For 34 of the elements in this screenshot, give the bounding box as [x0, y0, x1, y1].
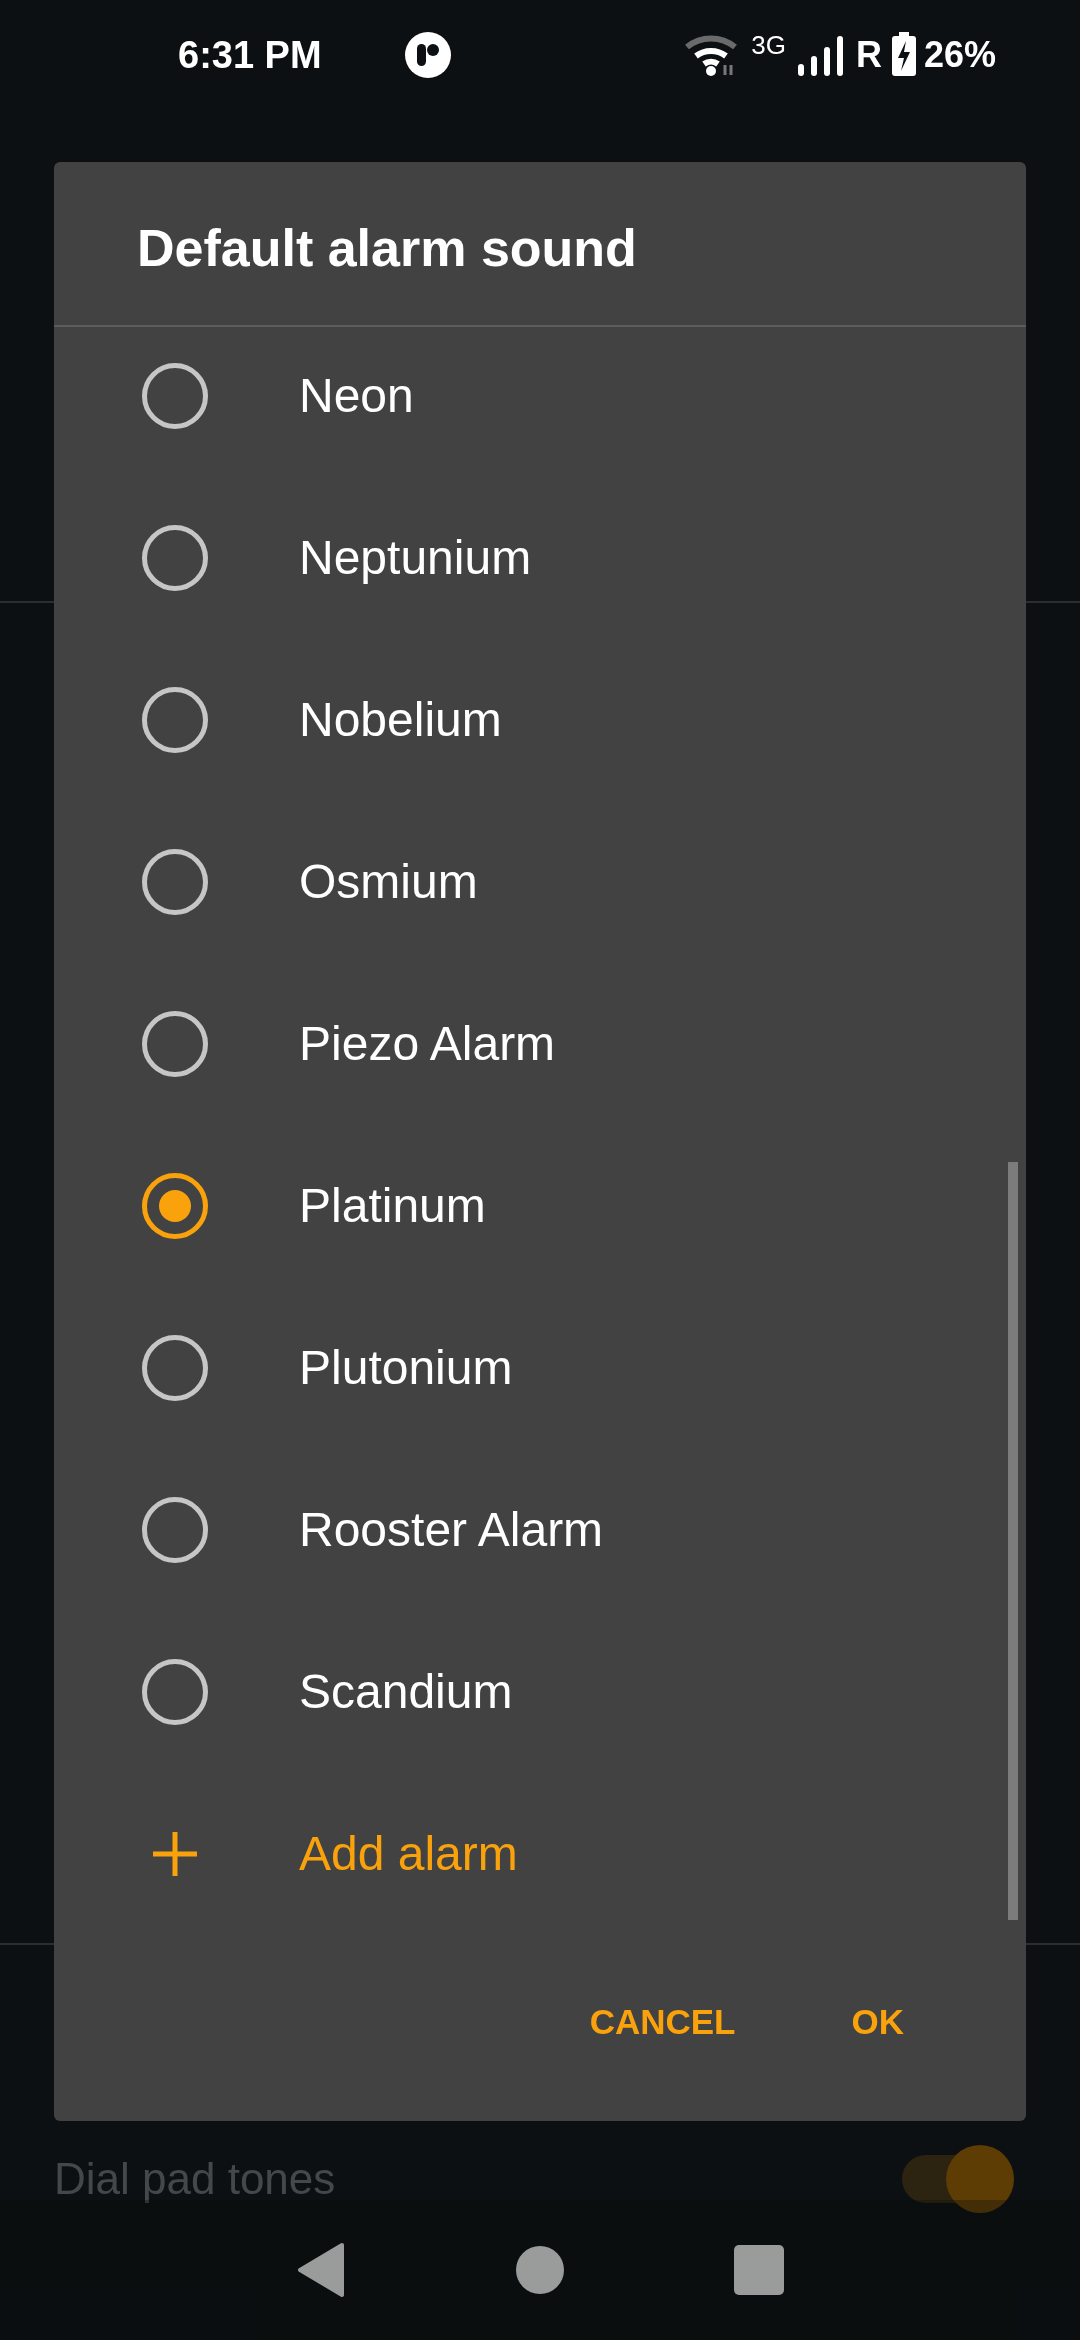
radio-button[interactable]: [142, 849, 208, 915]
option-label[interactable]: Platinum: [299, 1170, 486, 1242]
signal-icon: [797, 34, 846, 76]
option-label[interactable]: Piezo Alarm: [299, 1008, 556, 1080]
battery-charging-icon: [889, 32, 918, 78]
radio-button[interactable]: [142, 525, 208, 591]
option-label[interactable]: Neon: [299, 360, 414, 432]
option-label[interactable]: Neptunium: [299, 522, 532, 594]
option-label[interactable]: Rooster Alarm: [299, 1494, 604, 1566]
setting-label: Dial pad tones: [54, 2153, 336, 2205]
option-label[interactable]: Scandium: [299, 1656, 513, 1728]
radio-button[interactable]: [142, 1659, 208, 1725]
radio-button[interactable]: [142, 687, 208, 753]
dialog-title: Default alarm sound: [137, 218, 637, 279]
radio-button[interactable]: [142, 363, 208, 429]
app-notification-icon: [403, 31, 452, 79]
radio-button[interactable]: [142, 1335, 208, 1401]
add-alarm-link[interactable]: Add alarm: [299, 1818, 518, 1890]
radio-button[interactable]: [142, 1011, 208, 1077]
radio-button[interactable]: [142, 1173, 208, 1239]
home-icon[interactable]: [516, 2246, 564, 2294]
network-type: 3G: [751, 29, 786, 62]
battery-percentage: 26%: [923, 33, 996, 77]
back-icon[interactable]: [296, 2242, 346, 2298]
option-label[interactable]: Plutonium: [299, 1332, 513, 1404]
plus-icon[interactable]: [151, 1830, 199, 1878]
option-label[interactable]: Osmium: [299, 846, 478, 918]
option-label[interactable]: Nobelium: [299, 684, 502, 756]
clock-time: 6:31 PM: [178, 32, 322, 78]
roaming-indicator: R: [855, 33, 882, 77]
toggle-switch[interactable]: [902, 2145, 1014, 2213]
radio-button[interactable]: [142, 1497, 208, 1563]
dialog-button[interactable]: OK: [843, 1985, 912, 2059]
dialog-button[interactable]: CANCEL: [581, 1985, 744, 2059]
